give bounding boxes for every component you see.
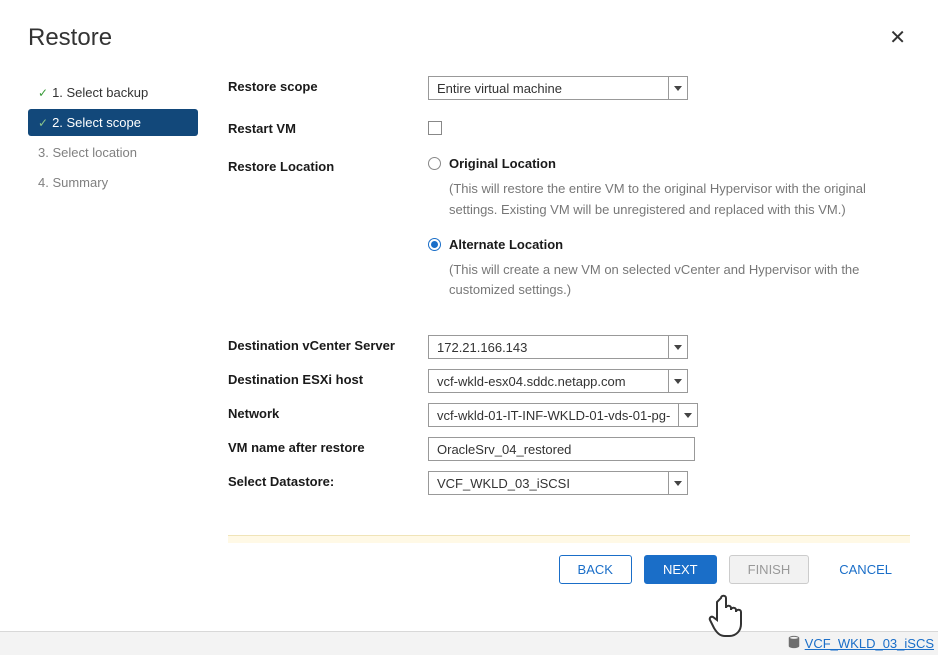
restore-scope-select[interactable]: Entire virtual machine [428, 76, 688, 100]
step-select-backup[interactable]: ✓ 1. Select backup [28, 79, 198, 106]
row-dest-esxi: Destination ESXi host vcf-wkld-esx04.sdd… [228, 369, 910, 393]
dest-esxi-select[interactable]: vcf-wkld-esx04.sddc.netapp.com [428, 369, 688, 393]
check-icon: ✓ [38, 86, 48, 100]
finish-button: FINISH [729, 555, 810, 584]
radio-icon [428, 238, 441, 251]
step-select-location: 3. Select location [28, 139, 198, 166]
label-restore-location: Restore Location [228, 156, 428, 174]
radio-icon [428, 157, 441, 170]
wizard-steps: ✓ 1. Select backup ✓ 2. Select scope 3. … [28, 76, 208, 639]
row-network: Network vcf-wkld-01-IT-INF-WKLD-01-vds-0… [228, 403, 910, 427]
row-restore-scope: Restore scope Entire virtual machine [228, 76, 910, 100]
restart-vm-checkbox[interactable] [428, 121, 442, 135]
label-datastore: Select Datastore: [228, 471, 428, 489]
chevron-down-icon[interactable] [669, 472, 687, 494]
next-button[interactable]: NEXT [644, 555, 717, 584]
chevron-down-icon[interactable] [669, 336, 687, 358]
dialog-title: Restore [28, 24, 112, 52]
radio-alternate-location[interactable]: Alternate Location [428, 237, 910, 252]
step-select-scope[interactable]: ✓ 2. Select scope [28, 109, 198, 136]
radio-original-location[interactable]: Original Location [428, 156, 910, 171]
help-alternate-location: (This will create a new VM on selected v… [449, 260, 910, 302]
label-network: Network [228, 403, 428, 421]
label-dest-esxi: Destination ESXi host [228, 369, 428, 387]
chevron-down-icon[interactable] [669, 370, 687, 392]
row-datastore: Select Datastore: VCF_WKLD_03_iSCSI [228, 471, 910, 495]
step-summary: 4. Summary [28, 169, 198, 196]
form-panel: Restore scope Entire virtual machine Res… [208, 76, 910, 639]
label-vm-name: VM name after restore [228, 437, 428, 455]
row-restart-vm: Restart VM [228, 118, 910, 138]
check-icon: ✓ [38, 116, 48, 130]
close-icon[interactable]: ✕ [885, 24, 910, 52]
restore-dialog: Restore ✕ ✓ 1. Select backup ✓ 2. Select… [0, 0, 938, 655]
help-original-location: (This will restore the entire VM to the … [449, 179, 910, 221]
notice-strip [228, 535, 910, 543]
dialog-header: Restore ✕ [28, 24, 910, 52]
datastore-select[interactable]: VCF_WKLD_03_iSCSI [428, 471, 688, 495]
dest-vcenter-select[interactable]: 172.21.166.143 [428, 335, 688, 359]
network-select[interactable]: vcf-wkld-01-IT-INF-WKLD-01-vds-01-pg- [428, 403, 698, 427]
label-restore-scope: Restore scope [228, 76, 428, 94]
cancel-button[interactable]: CANCEL [821, 556, 910, 583]
dialog-body: ✓ 1. Select backup ✓ 2. Select scope 3. … [28, 76, 910, 639]
chevron-down-icon[interactable] [669, 77, 687, 99]
chevron-down-icon[interactable] [679, 404, 697, 426]
dialog-footer: BACK NEXT FINISH CANCEL [228, 555, 910, 592]
row-restore-location: Restore Location Original Location (This… [228, 156, 910, 317]
label-restart-vm: Restart VM [228, 118, 428, 136]
vm-name-input[interactable] [428, 437, 695, 461]
row-dest-vcenter: Destination vCenter Server 172.21.166.14… [228, 335, 910, 359]
label-dest-vcenter: Destination vCenter Server [228, 335, 428, 353]
back-button[interactable]: BACK [559, 555, 632, 584]
row-vm-name: VM name after restore [228, 437, 910, 461]
